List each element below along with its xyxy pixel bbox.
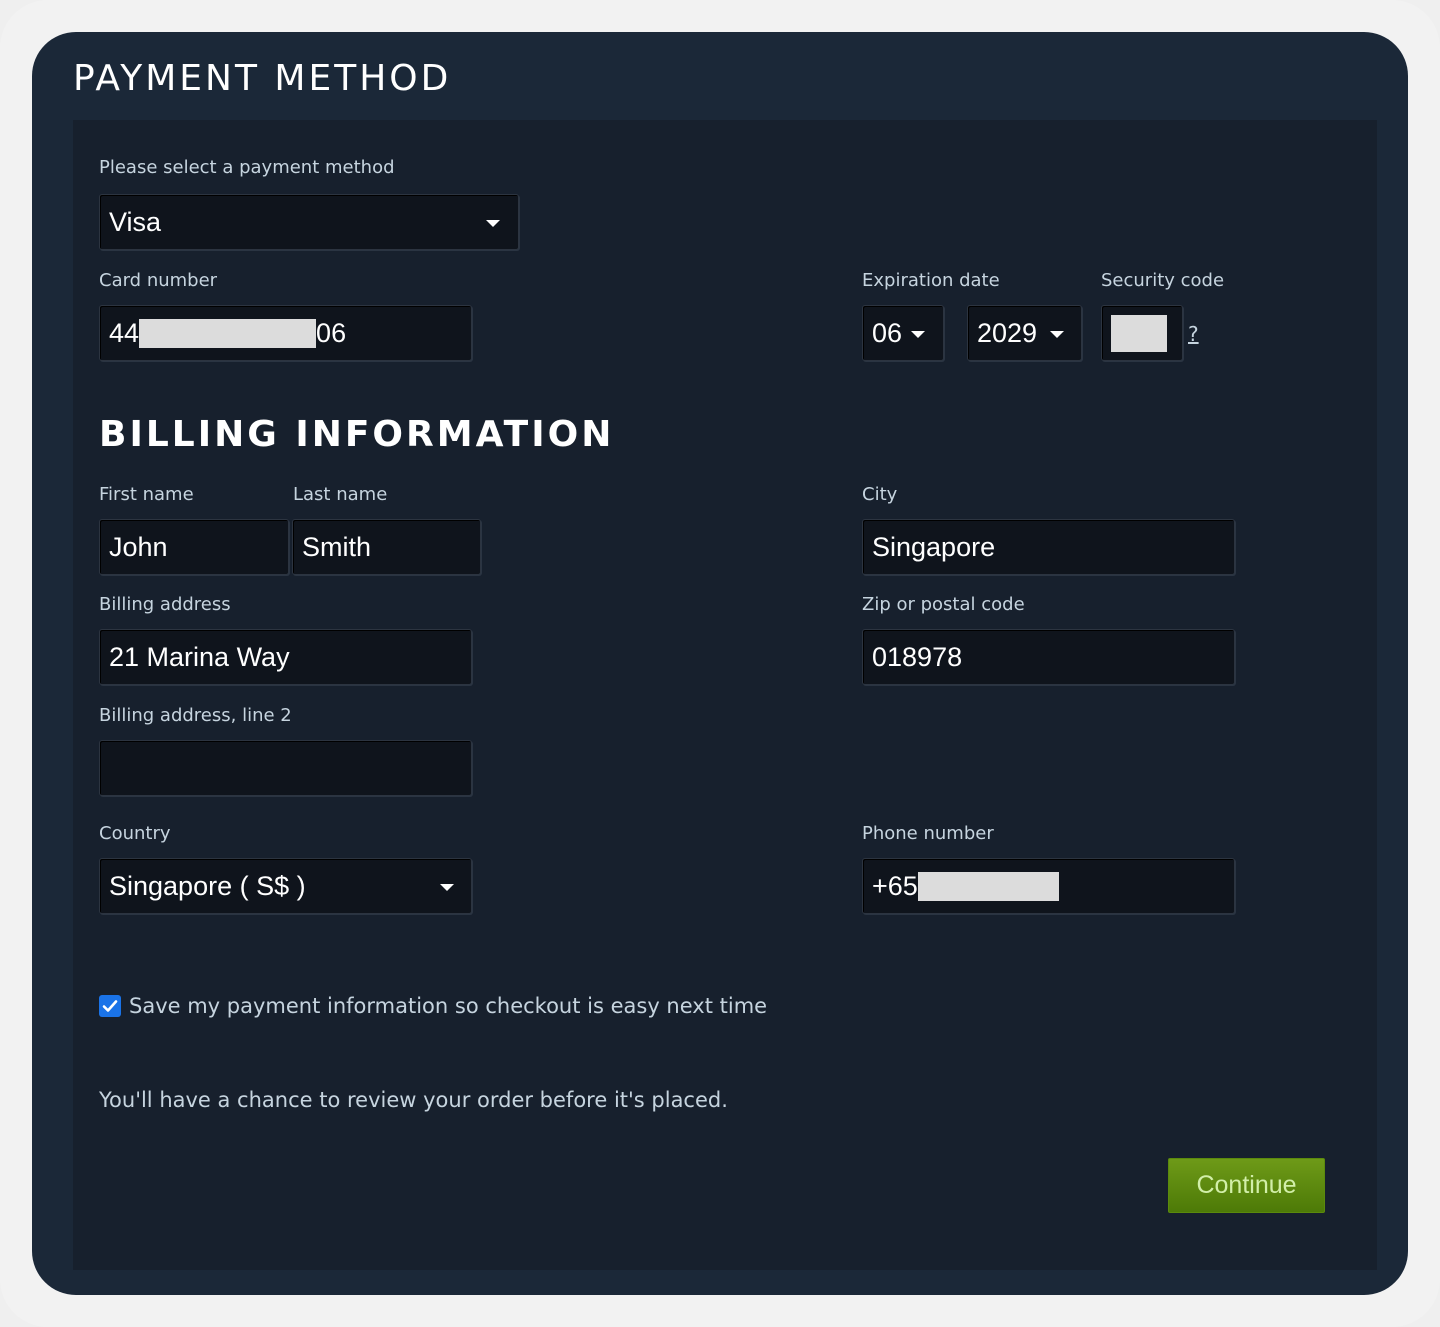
zip-code-input[interactable]: 018978	[862, 629, 1235, 685]
payment-method-select[interactable]: Visa	[99, 194, 519, 250]
caret-down-icon	[486, 220, 500, 227]
billing-address-line2-input[interactable]	[99, 740, 472, 796]
continue-button[interactable]: Continue	[1168, 1158, 1325, 1213]
phone-number-label: Phone number	[862, 823, 994, 844]
expiration-date-label: Expiration date	[862, 270, 1000, 291]
city-label: City	[862, 484, 898, 505]
review-note: You'll have a chance to review your orde…	[99, 1088, 728, 1112]
first-name-input[interactable]: John	[99, 519, 289, 575]
exp-year-select[interactable]: 2029	[967, 305, 1082, 361]
card-number-suffix: 06	[316, 317, 347, 348]
country-label: Country	[99, 823, 171, 844]
card-number-input[interactable]: 44 06	[99, 305, 472, 361]
save-payment-row: Save my payment information so checkout …	[99, 994, 767, 1018]
last-name-value: Smith	[302, 531, 372, 562]
city-value: Singapore	[872, 531, 996, 562]
phone-number-redaction	[917, 871, 1059, 901]
card-number-redaction	[139, 318, 317, 348]
payment-method-label: Please select a payment method	[99, 157, 395, 178]
billing-address-input[interactable]: 21 Marina Way	[99, 629, 472, 685]
billing-section-title: BILLING INFORMATION	[99, 414, 615, 455]
billing-address-value: 21 Marina Way	[109, 641, 290, 672]
zip-code-label: Zip or postal code	[862, 594, 1025, 615]
billing-address-label: Billing address	[99, 594, 231, 615]
page-title: PAYMENT METHOD	[73, 58, 452, 99]
first-name-label: First name	[99, 484, 194, 505]
save-payment-checkbox[interactable]	[99, 995, 121, 1017]
caret-down-icon	[440, 884, 454, 891]
exp-month-value: 06	[872, 317, 903, 348]
exp-year-value: 2029	[977, 317, 1038, 348]
checkmark-icon	[102, 1000, 118, 1012]
card-number-prefix: 44	[109, 317, 140, 348]
security-code-input[interactable]	[1101, 305, 1183, 361]
city-input[interactable]: Singapore	[862, 519, 1235, 575]
last-name-label: Last name	[293, 484, 388, 505]
save-payment-label[interactable]: Save my payment information so checkout …	[129, 994, 767, 1018]
security-code-label: Security code	[1101, 270, 1225, 291]
caret-down-icon	[1050, 331, 1064, 338]
exp-month-select[interactable]: 06	[862, 305, 944, 361]
security-code-help-link[interactable]: ?	[1188, 322, 1199, 346]
last-name-input[interactable]: Smith	[292, 519, 481, 575]
first-name-value: John	[109, 531, 168, 562]
country-select[interactable]: Singapore ( S$ )	[99, 858, 472, 914]
zip-code-value: 018978	[872, 641, 963, 672]
payment-method-value: Visa	[109, 206, 162, 237]
card-number-label: Card number	[99, 270, 218, 291]
phone-prefix: +65	[872, 870, 918, 901]
billing-address-line2-label: Billing address, line 2	[99, 705, 292, 726]
security-code-redaction	[1111, 314, 1167, 352]
phone-number-input[interactable]: +65	[862, 858, 1235, 914]
caret-down-icon	[911, 331, 925, 338]
country-value: Singapore ( S$ )	[109, 870, 306, 901]
